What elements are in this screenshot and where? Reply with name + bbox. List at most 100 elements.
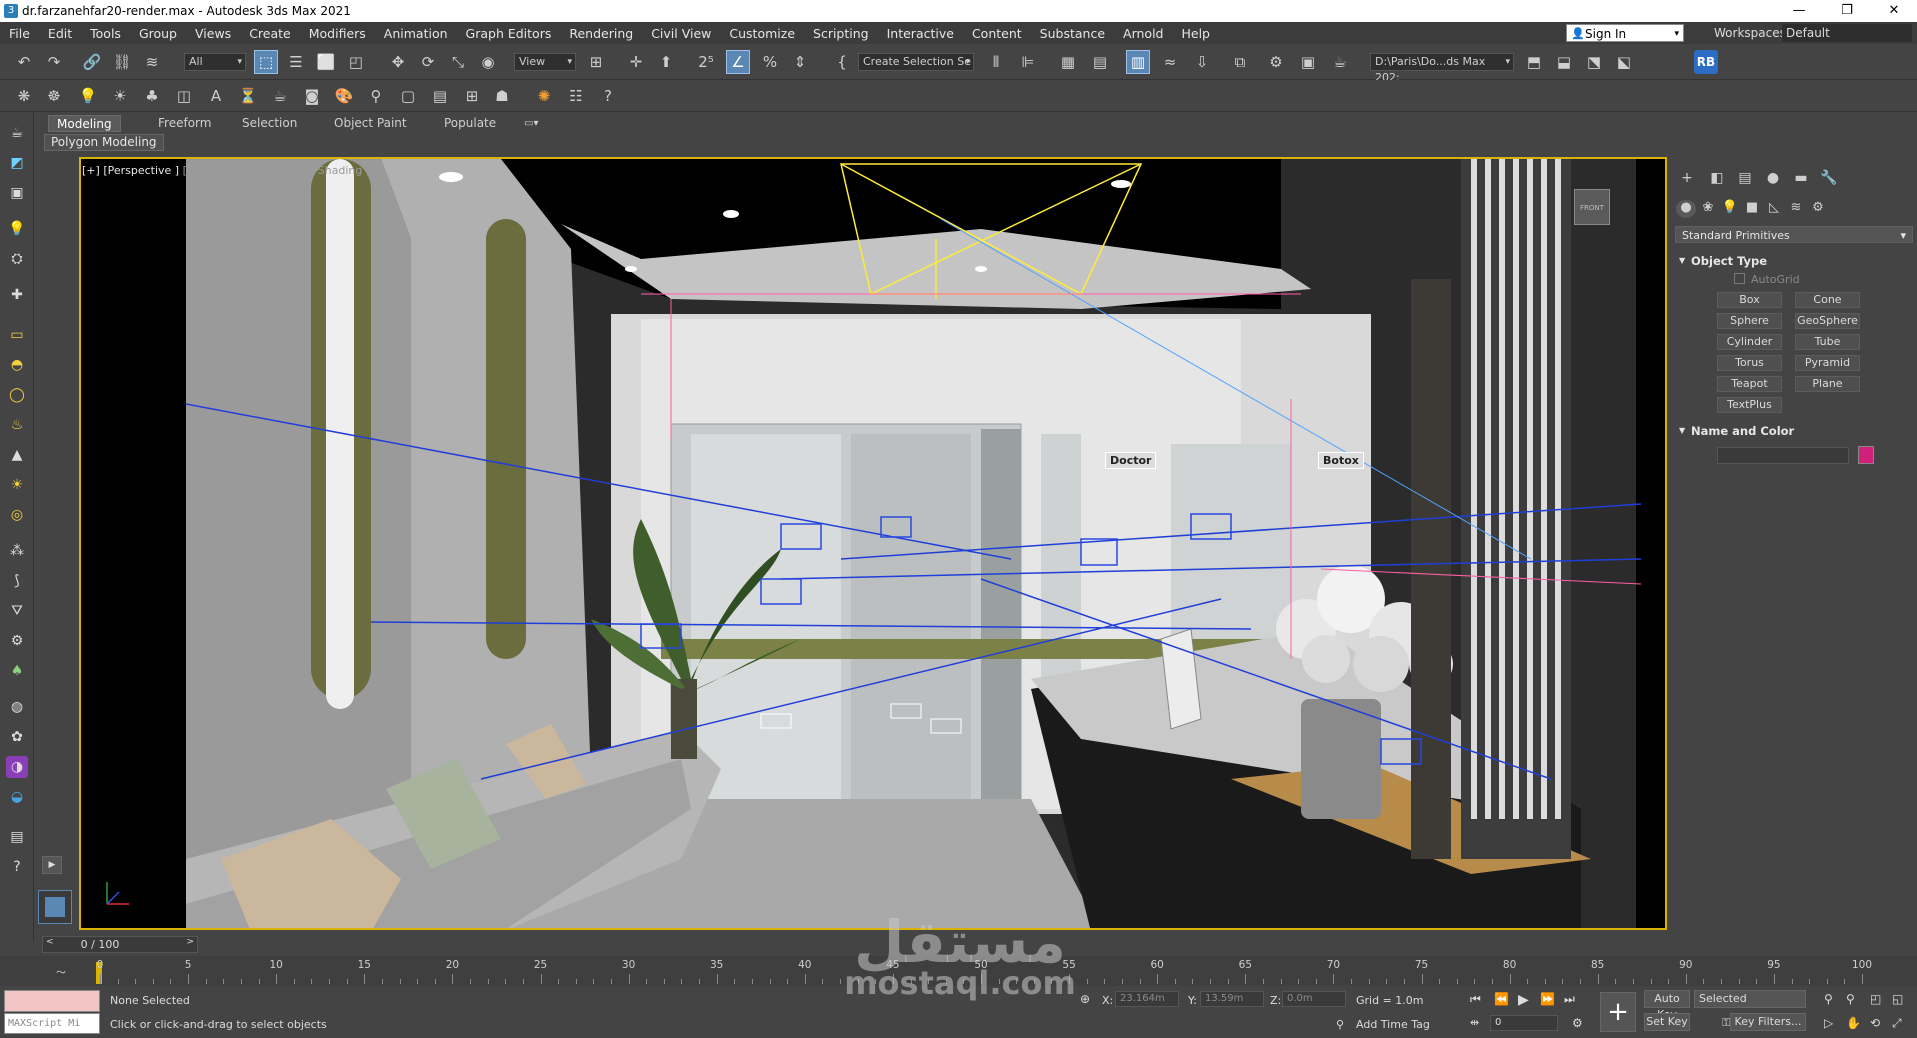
menu-help[interactable]: Help [1172, 26, 1219, 41]
key-mode-icon[interactable]: ⇹ [1470, 1016, 1479, 1029]
light-tool-icon[interactable]: 💡 [6, 218, 28, 240]
text-icon[interactable]: A [204, 84, 228, 108]
maxscript-mini-listener[interactable]: MAXScript Mi [4, 1013, 100, 1034]
hair-icon[interactable]: ✺ [532, 84, 556, 108]
user-badge[interactable]: RB [1694, 50, 1718, 74]
menu-arnold[interactable]: Arnold [1114, 26, 1172, 41]
lightbulb-outline-icon[interactable]: ⚲ [364, 84, 388, 108]
render-tool-icon[interactable]: ◑ [6, 756, 28, 778]
frame-icon[interactable]: ▢ [396, 84, 420, 108]
viewport-tool-icon[interactable]: ◒ [6, 786, 28, 808]
sun-icon[interactable]: ☀ [108, 84, 132, 108]
maximize-button[interactable]: ❐ [1824, 0, 1870, 22]
unlink-icon[interactable]: ⛓ [110, 50, 134, 74]
plant-tool-icon[interactable]: ♠ [6, 660, 28, 682]
grid-icon[interactable]: ⊞ [460, 84, 484, 108]
render-setup-icon[interactable]: ⚙ [1264, 50, 1288, 74]
next-key-icon[interactable]: ⏩ [1540, 992, 1555, 1006]
menu-substance[interactable]: Substance [1031, 26, 1114, 41]
redo-icon[interactable]: ↷ [42, 50, 66, 74]
list-icon[interactable]: ☷ [564, 84, 588, 108]
toggle-ribbon-icon[interactable]: ▤ [1088, 50, 1112, 74]
pyramid-button[interactable]: Pyramid [1795, 355, 1860, 371]
set-key-button[interactable]: Set Key [1644, 1013, 1690, 1031]
viewport-menu[interactable]: [+] [82, 164, 100, 177]
particle-view-icon[interactable]: ❋ [12, 84, 36, 108]
viewport-layout-icon[interactable] [38, 890, 72, 924]
expand-panel-icon[interactable]: ▶ [42, 856, 62, 874]
palette-icon[interactable]: 🎨 [332, 84, 356, 108]
shapes-icon[interactable]: ❀ [1698, 200, 1718, 218]
field-of-view-icon[interactable]: ▷ [1824, 1016, 1833, 1030]
globe-tool-icon[interactable]: ◍ [6, 696, 28, 718]
scene-explorer-icon[interactable]: ▥ [1126, 50, 1150, 74]
project-icon-1[interactable]: ⬒ [1522, 50, 1546, 74]
workspaces-dropdown[interactable]: Default [1782, 24, 1912, 42]
teapot-outline-icon[interactable]: ☗ [490, 84, 514, 108]
hair-tool-icon[interactable]: ⟆ [6, 570, 28, 592]
menu-modifiers[interactable]: Modifiers [300, 26, 375, 41]
rotate-icon[interactable]: ⟳ [416, 50, 440, 74]
menu-content[interactable]: Content [963, 26, 1031, 41]
next-frame-icon[interactable]: > [186, 937, 194, 947]
render-production-icon[interactable]: ☕ [1328, 50, 1352, 74]
move-icon[interactable]: ✥ [386, 50, 410, 74]
plane-button[interactable]: Plane [1795, 376, 1860, 392]
systems-icon[interactable]: ⚙ [1808, 200, 1828, 218]
keyboard-shortcut-icon[interactable]: ⬆ [654, 50, 678, 74]
cylinder-tool-icon[interactable]: ◯ [6, 384, 28, 406]
name-and-color-rollout[interactable]: Name and Color [1675, 422, 1913, 440]
menu-create[interactable]: Create [240, 26, 300, 41]
close-button[interactable]: ✕ [1871, 0, 1917, 22]
select-manipulate-icon[interactable]: ✛ [624, 50, 648, 74]
y-coordinate-field[interactable]: 13.59m [1200, 991, 1264, 1007]
film-icon[interactable]: ▤ [428, 84, 452, 108]
zoom-icon[interactable]: ⚲ [1824, 992, 1833, 1006]
object-type-rollout[interactable]: Object Type [1675, 252, 1913, 270]
zoom-extents-all-icon[interactable]: ◱ [1892, 992, 1903, 1006]
orbit-icon[interactable]: ⟲ [1870, 1016, 1880, 1030]
scene-explorer-tool-icon[interactable]: ◩ [6, 152, 28, 174]
key-mode-dropdown[interactable]: Selected [1694, 990, 1806, 1008]
polygon-modeling-panel[interactable]: Polygon Modeling [44, 134, 164, 151]
light-bulb-icon[interactable]: 💡 [76, 84, 100, 108]
reference-coordinate-dropdown[interactable]: View [514, 53, 576, 71]
botox-tag[interactable]: Botox [1318, 452, 1364, 469]
bind-spacewarp-icon[interactable]: ≋ [140, 50, 164, 74]
autogrid-checkbox[interactable]: AutoGrid [1734, 273, 1800, 286]
menu-edit[interactable]: Edit [39, 26, 81, 41]
prev-key-icon[interactable]: ⏪ [1494, 992, 1509, 1006]
pan-icon[interactable]: ✋ [1846, 1016, 1861, 1030]
particles-tool-icon[interactable]: ⁂ [6, 540, 28, 562]
image-tool-icon[interactable]: ▣ [6, 182, 28, 204]
selection-set-dropdown[interactable]: Create Selection Se [858, 53, 974, 71]
go-to-end-icon[interactable]: ⏭ [1564, 992, 1575, 1007]
material-icon[interactable]: ◙ [300, 84, 324, 108]
tab-object-paint[interactable]: Object Paint [326, 115, 415, 132]
textplus-button[interactable]: TextPlus [1717, 397, 1782, 413]
perspective-viewport[interactable]: Doctor Botox FRONT [79, 157, 1667, 930]
teapot-icon[interactable]: ☕ [268, 84, 292, 108]
ruler-tool-icon[interactable]: ⛛ [6, 600, 28, 622]
utilities-tab-icon[interactable]: 🔧 [1818, 170, 1840, 188]
object-color-swatch[interactable] [1858, 446, 1874, 464]
torus-button[interactable]: Torus [1717, 355, 1782, 371]
spacewarps-icon[interactable]: ≋ [1786, 200, 1806, 218]
lights-icon[interactable]: 💡 [1720, 200, 1740, 218]
set-key-big-button[interactable]: + [1600, 992, 1636, 1032]
selection-filter-dropdown[interactable]: All [184, 53, 246, 71]
snaps-toggle-icon[interactable]: 2⁵ [694, 50, 718, 74]
geometry-icon[interactable]: ● [1676, 200, 1696, 218]
lock-icon[interactable]: ⚲ [1336, 1018, 1344, 1031]
scale-icon[interactable]: ⤡ [446, 50, 470, 74]
current-frame-field[interactable]: 0 [1490, 1015, 1558, 1031]
teapot-button[interactable]: Teapot [1717, 376, 1782, 392]
prev-frame-icon[interactable]: < [46, 937, 54, 947]
menu-tools[interactable]: Tools [81, 26, 130, 41]
cylinder-button[interactable]: Cylinder [1717, 334, 1782, 350]
curve-editor-mini-icon[interactable]: 〜 [56, 964, 66, 979]
spinner-snap-icon[interactable]: ⇕ [788, 50, 812, 74]
viewport-shading[interactable]: [Default Shading ] [270, 164, 370, 177]
teapot-tool-icon[interactable]: ☕ [6, 122, 28, 144]
project-icon-3[interactable]: ⬔ [1582, 50, 1606, 74]
